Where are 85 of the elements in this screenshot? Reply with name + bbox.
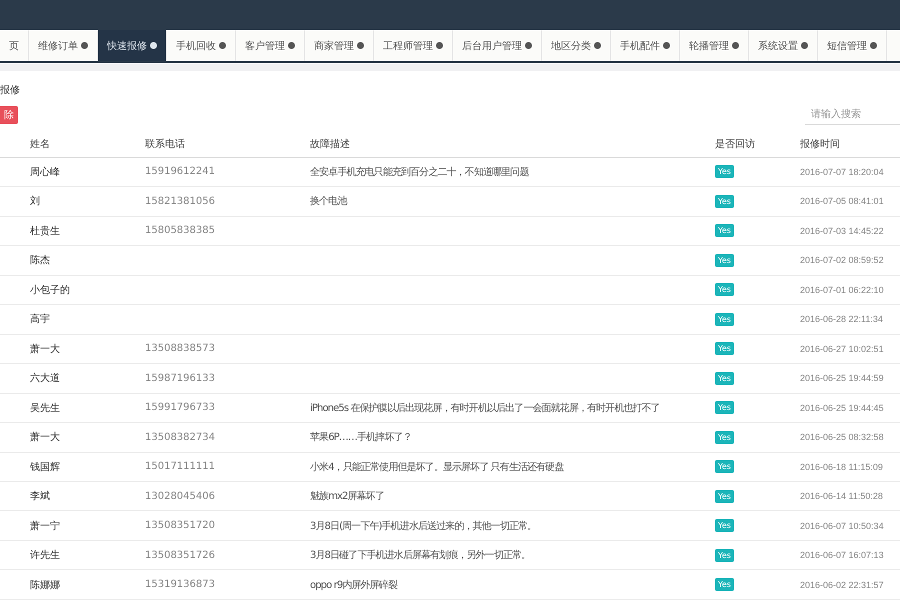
tab[interactable]: 后台用户管理 — [453, 30, 542, 61]
name-cell-text: 周心峰 — [30, 166, 61, 179]
time-cell: 2016-06-25 19:44:45 — [800, 402, 884, 413]
name-cell-text: 萧一宁 — [30, 520, 61, 533]
time-cell: 2016-07-07 18:20:04 — [800, 166, 884, 177]
time-cell: 2016-07-02 08:59:52 — [800, 255, 884, 266]
description-cell-text: 小米4，只能正常使用但是坏了。显示屏坏了 只有生活还有硬盘 — [310, 460, 564, 474]
time-cell: 2016-06-27 10:02:51 — [800, 344, 884, 354]
tab[interactable]: 系统设置 — [749, 30, 818, 61]
column-header: 报修时间 — [800, 138, 841, 152]
column-header: 联系电话 — [145, 138, 186, 152]
tab[interactable]: 页 — [0, 30, 29, 61]
phone-cell-text: 13508351726 — [145, 550, 216, 561]
phone-cell-text: 15991796733 — [145, 402, 216, 414]
description-cell-text: oppo r9内屏外屏碎裂 — [310, 578, 397, 592]
tab[interactable]: 快速报修 — [98, 30, 167, 61]
phone-cell-text: 13508382734 — [145, 432, 216, 443]
time-cell: 2016-06-18 11:15:09 — [800, 462, 883, 472]
description-cell-text: 魅族mx2屏幕坏了 — [310, 490, 384, 504]
status-badge: Yes — [715, 194, 734, 208]
name-cell-text: 萧一大 — [30, 430, 61, 444]
description-cell-text: 换个电池 — [310, 194, 346, 208]
tab[interactable]: 轮播管理 — [680, 30, 749, 61]
tab[interactable]: 工程师管理 — [374, 30, 453, 61]
status-badge: Yes — [715, 519, 734, 532]
status-badge: Yes — [715, 283, 734, 296]
time-cell: 2016-07-01 06:22:10 — [800, 284, 884, 295]
time-cell: 2016-06-25 19:44:59 — [800, 373, 884, 384]
name-cell-text: 六大道 — [30, 372, 61, 386]
status-badge: Yes — [715, 254, 734, 267]
phone-cell-text: 13508351720 — [145, 520, 216, 532]
time-cell: 2016-07-05 08:41:01 — [800, 196, 884, 206]
name-cell-text: 杜贵生 — [30, 224, 61, 238]
time-cell: 2016-06-25 08:32:58 — [800, 432, 884, 442]
name-cell-text: 许先生 — [30, 548, 61, 562]
tab[interactable]: 手机配件 — [611, 30, 680, 61]
name-cell-text: 吴先生 — [30, 402, 61, 415]
phone-cell-text: 15017111111 — [145, 461, 216, 472]
status-badge: Yes — [715, 224, 734, 238]
phone-cell-text: 15805838385 — [145, 225, 216, 236]
time-cell: 2016-06-07 10:50:34 — [800, 520, 884, 531]
name-cell-text: 刘 — [30, 194, 41, 208]
status-badge: Yes — [715, 460, 734, 474]
description-cell-text: 3月8日(周一下午)手机进水后送过来的，其他一切正常。 — [310, 520, 536, 533]
status-badge: Yes — [715, 342, 734, 356]
name-cell-text: 萧一大 — [30, 342, 61, 356]
tab[interactable]: 商家管理 — [305, 30, 374, 61]
name-cell-text: 高宇 — [30, 312, 51, 326]
tab[interactable]: 短信管理 — [818, 30, 887, 61]
phone-cell-text: 15987196133 — [145, 372, 216, 384]
column-header: 是否回访 — [715, 138, 756, 152]
status-badge: Yes — [715, 165, 734, 178]
name-cell-text: 小包子的 — [30, 284, 71, 297]
phone-cell-text: 13508838573 — [145, 343, 216, 354]
status-badge: Yes — [715, 578, 734, 592]
phone-cell-text: 15319136873 — [145, 579, 216, 590]
status-badge: Yes — [715, 312, 734, 326]
description-cell-text: 3月8日碰了下手机进水后屏幕有划痕，另外一切正常。 — [310, 548, 530, 562]
status-badge: Yes — [715, 490, 734, 503]
phone-cell-text: 15821381056 — [145, 196, 216, 207]
time-cell: 2016-06-07 16:07:13 — [800, 550, 884, 560]
time-cell: 2016-06-28 22:11:34 — [800, 314, 883, 324]
description-cell-text: iPhone5s 在保护膜以后出现花屏，有时开机以后出了一会面就花屏，有时开机也打不了 — [310, 402, 660, 415]
tab[interactable]: 手机回收 — [167, 30, 236, 61]
status-badge: Yes — [715, 401, 734, 414]
status-badge: Yes — [715, 372, 734, 385]
status-badge: Yes — [715, 548, 734, 562]
name-cell-text: 陈杰 — [30, 254, 51, 268]
description-cell-text: 全安卓手机充电只能充到百分之二十，不知道哪里问题 — [310, 166, 528, 179]
time-cell: 2016-06-02 22:31:57 — [800, 580, 884, 590]
name-cell-text: 李斌 — [30, 490, 51, 504]
name-cell-text: 钱国辉 — [30, 460, 61, 474]
time-cell: 2016-07-03 14:45:22 — [800, 226, 884, 236]
status-badge: Yes — [715, 430, 734, 444]
description-cell-text: 苹果6P……手机摔坏了？ — [310, 430, 412, 444]
column-header: 故障描述 — [310, 138, 351, 152]
time-cell: 2016-06-14 11:50:28 — [800, 491, 883, 502]
page-title: 报修 — [0, 84, 21, 98]
column-header: 姓名 — [30, 138, 51, 152]
phone-cell-text: 13028045406 — [145, 490, 216, 502]
phone-cell-text: 15919612241 — [145, 166, 216, 178]
delete-button[interactable]: 除 — [0, 106, 18, 124]
tab[interactable]: 客户管理 — [236, 30, 305, 61]
name-cell-text: 陈娜娜 — [30, 578, 61, 592]
tab[interactable]: 地区分类 — [542, 30, 611, 61]
